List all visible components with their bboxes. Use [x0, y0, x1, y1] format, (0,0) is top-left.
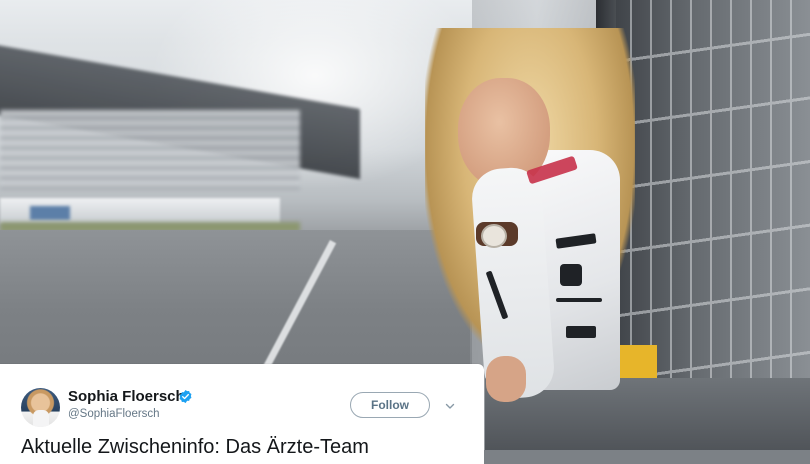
grandstand-seats	[0, 110, 300, 190]
suit-logo-mark	[556, 298, 602, 302]
follow-button[interactable]: Follow	[350, 392, 430, 418]
verified-badge-icon	[179, 389, 192, 404]
chevron-down-icon[interactable]	[444, 400, 456, 412]
tweet-text: Aktuelle Zwischeninfo: Das Ärzte-Team	[21, 436, 369, 458]
barrier-sign	[30, 206, 70, 220]
watch-face	[481, 224, 507, 248]
author-display-name[interactable]: Sophia Floersch	[68, 388, 185, 405]
suit-logo-mark	[566, 326, 596, 338]
avatar[interactable]	[21, 388, 60, 427]
fence-mesh	[612, 0, 810, 380]
author-handle[interactable]: @SophiaFloersch	[68, 408, 160, 420]
suit-logo-mark	[560, 264, 582, 286]
driver-hand	[486, 356, 526, 402]
tweet-card: Sophia Floersch @SophiaFloersch Follow A…	[0, 364, 484, 464]
